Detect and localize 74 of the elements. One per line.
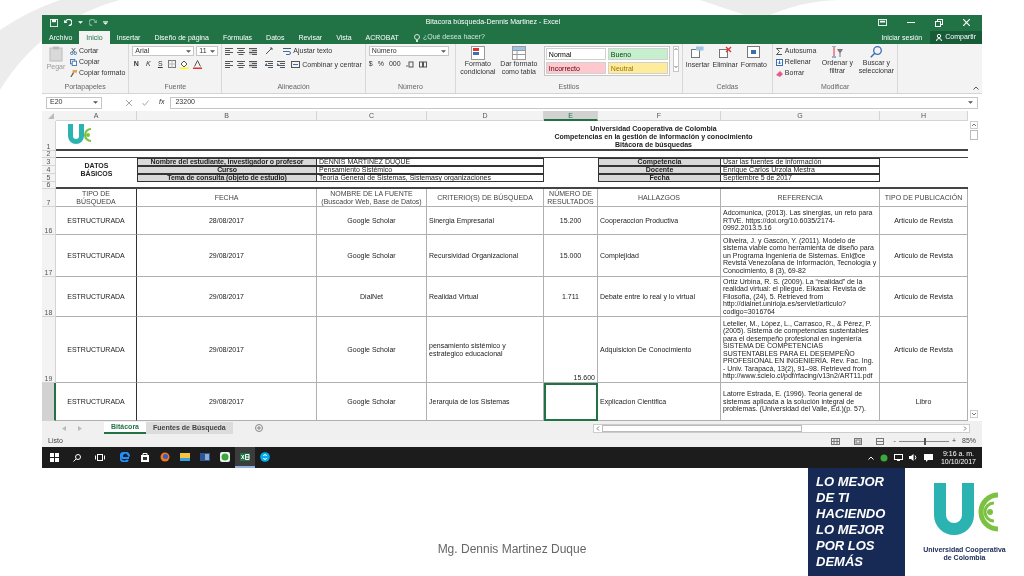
close-icon[interactable]: [963, 19, 970, 26]
scrollbar-thumb-icon[interactable]: [970, 130, 978, 140]
shopping-bag-icon: [140, 451, 150, 462]
taskbar-button[interactable]: [235, 447, 255, 468]
eraser-icon: [775, 69, 783, 77]
wrap-text-icon: [283, 47, 292, 55]
maximize-icon[interactable]: [935, 18, 943, 27]
spreadsheet-app-icon: [240, 451, 250, 462]
task-view-icon[interactable]: [95, 454, 105, 461]
caret-icon: [186, 49, 192, 53]
align-middle-icon[interactable]: [237, 47, 246, 55]
fill-color-icon[interactable]: [180, 59, 190, 69]
align-left-icon[interactable]: [225, 61, 234, 69]
decrease-indent-icon[interactable]: [265, 61, 274, 69]
row-header[interactable]: [42, 383, 56, 421]
search-icon[interactable]: [73, 453, 81, 462]
expand-icon: [968, 101, 973, 104]
scroll-down-icon[interactable]: [970, 410, 978, 418]
notification-icon[interactable]: [923, 453, 933, 462]
font-color-icon[interactable]: [193, 59, 203, 69]
tray-app-icon[interactable]: [879, 453, 888, 462]
sigma-icon: [775, 47, 783, 55]
sort-filter-icon: [831, 46, 844, 58]
slogan-line: POR LOS: [816, 538, 876, 554]
chat-app-icon: [260, 451, 270, 462]
customize-caret-icon[interactable]: [103, 20, 108, 25]
scroll-up-icon[interactable]: [970, 121, 978, 129]
horizontal-scrollbar-thumb-icon[interactable]: [601, 424, 802, 432]
borders-icon[interactable]: [168, 60, 177, 69]
browser-icon: [120, 451, 130, 462]
increase-indent-icon[interactable]: [277, 61, 286, 69]
align-top-icon[interactable]: [225, 47, 234, 55]
orientation-icon[interactable]: [265, 47, 274, 56]
undo-icon[interactable]: [64, 19, 72, 26]
redo-icon[interactable]: [89, 19, 97, 26]
globe-icon: [160, 451, 170, 462]
tray-caret-icon[interactable]: [867, 455, 874, 460]
save-icon[interactable]: [50, 18, 58, 27]
logo-icon: [66, 124, 92, 146]
ribbon-display-icon[interactable]: [878, 19, 887, 26]
caret-icon: [93, 101, 98, 104]
align-center-icon[interactable]: [237, 61, 246, 69]
align-right-icon[interactable]: [249, 61, 258, 69]
slogan-line: DE TI: [816, 490, 851, 506]
person-icon: [936, 34, 943, 41]
align-bottom-icon[interactable]: [249, 47, 258, 55]
page-layout-icon[interactable]: [853, 437, 862, 445]
fill-down-icon: [775, 58, 783, 66]
copy-icon: [70, 58, 77, 66]
lightbulb-icon: [413, 33, 420, 42]
slogan-line: LO MEJOR: [816, 474, 885, 490]
page-break-icon[interactable]: [875, 437, 884, 445]
footer-text: Mg. Dennis Martinez Duque: [437, 541, 587, 558]
merge-cells-icon: [291, 61, 301, 69]
network-icon[interactable]: [893, 454, 903, 461]
normal-view-icon[interactable]: [830, 437, 840, 445]
slogan-line: DEMÁS: [816, 554, 864, 570]
brush-icon: [70, 69, 77, 77]
caret-icon: [440, 49, 446, 53]
search-icon: [870, 46, 883, 58]
slogan-line: LO MEJOR: [816, 522, 885, 538]
start-icon[interactable]: [50, 453, 59, 462]
folder-icon: [180, 451, 190, 462]
caret-icon: [210, 49, 216, 53]
increase-decimal-icon[interactable]: [405, 60, 414, 68]
speaker-icon[interactable]: [908, 454, 918, 461]
slogan-line: HACIENDO: [816, 506, 887, 522]
collapse-ribbon-icon[interactable]: [973, 86, 979, 90]
document-app-icon: [200, 451, 210, 462]
scissors-icon: [70, 47, 77, 55]
selected-cell[interactable]: [544, 383, 598, 421]
app-icon: [220, 451, 230, 462]
caret-icon[interactable]: [78, 21, 83, 24]
decrease-decimal-icon[interactable]: [418, 60, 427, 68]
